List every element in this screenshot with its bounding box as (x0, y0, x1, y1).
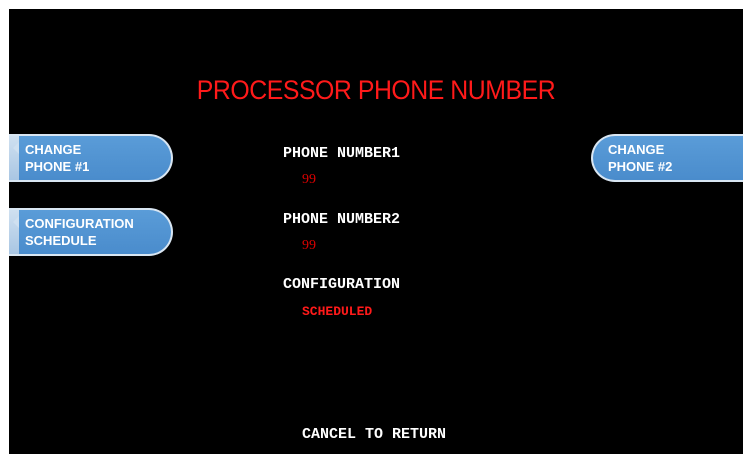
cancel-to-return-text: CANCEL TO RETURN (302, 426, 447, 443)
page-title: PROCESSOR PHONE NUMBER (196, 75, 556, 105)
change-phone-1-button[interactable]: CHANGE PHONE #1 (9, 134, 173, 182)
phone-number2-value: 99 (302, 238, 316, 253)
configuration-label: CONFIGURATION (283, 276, 401, 293)
change-phone-1-label: CHANGE PHONE #1 (25, 142, 90, 174)
atm-screen: PROCESSOR PHONE NUMBER CHANGE PHONE #1 C… (9, 9, 743, 454)
phone-number2-label: PHONE NUMBER2 (283, 211, 401, 228)
configuration-schedule-label: CONFIGURATION SCHEDULE (25, 216, 134, 248)
configuration-value: SCHEDULED (302, 304, 373, 319)
button-tab-indicator (9, 210, 19, 254)
button-tab-indicator (9, 136, 19, 180)
change-phone-2-button[interactable]: CHANGE PHONE #2 (591, 134, 743, 182)
change-phone-2-label: CHANGE PHONE #2 (608, 142, 673, 174)
configuration-schedule-button[interactable]: CONFIGURATION SCHEDULE (9, 208, 173, 256)
phone-number1-value: 99 (302, 172, 316, 187)
phone-number1-label: PHONE NUMBER1 (283, 145, 401, 162)
